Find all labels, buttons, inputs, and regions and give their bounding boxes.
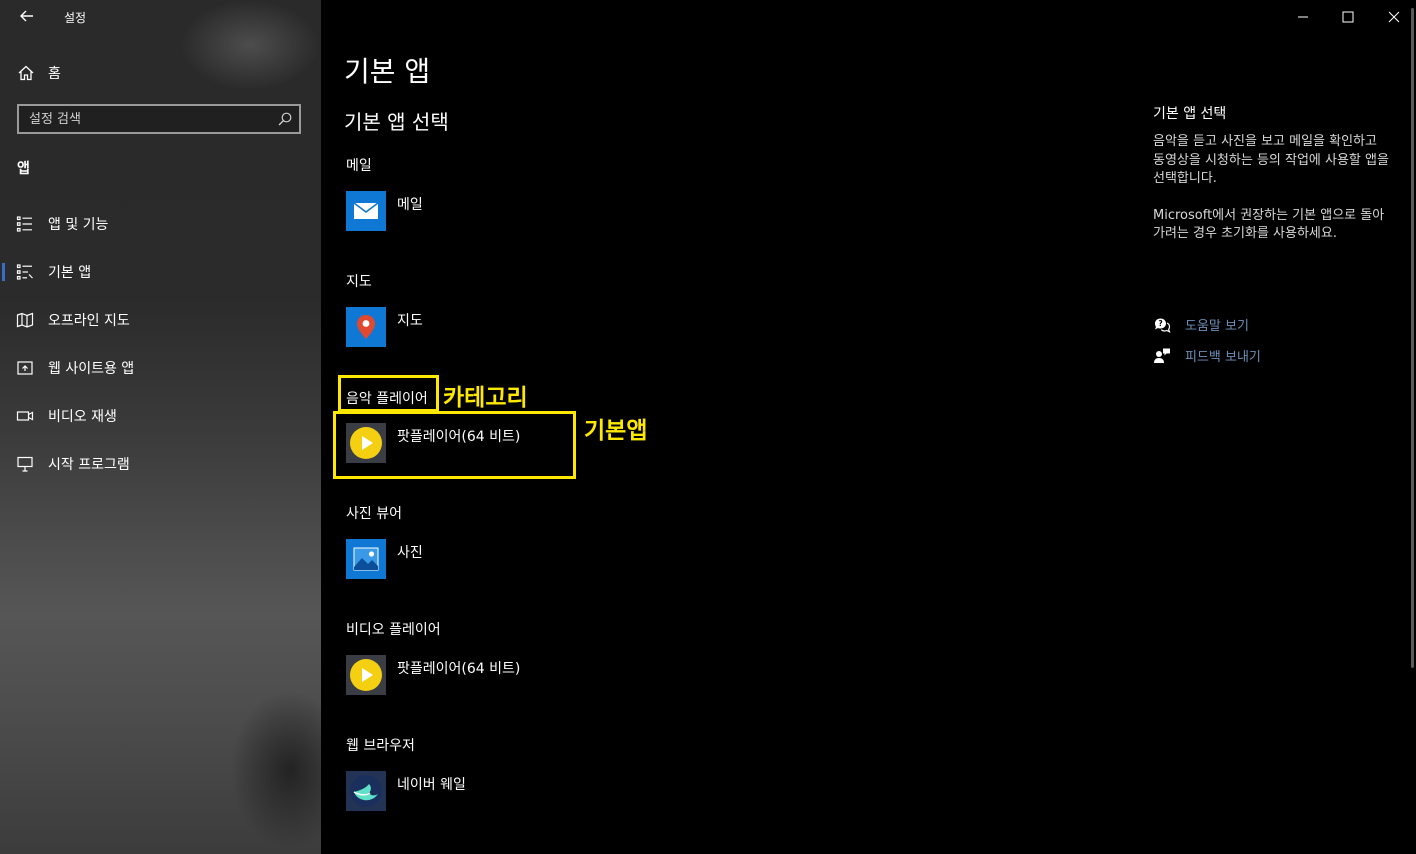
sidebar-item-default-apps[interactable]: 기본 앱 [0,248,321,296]
sidebar-item-apps-features[interactable]: 앱 및 기능 [0,200,321,248]
page-title: 기본 앱 [344,55,431,88]
category-label-mail: 메일 [346,158,372,174]
app-name: 네이버 웨일 [397,777,466,793]
category-label-web-browser: 웹 브라우저 [346,738,415,754]
sidebar-item-label: 웹 사이트용 앱 [48,361,135,377]
svg-text:?: ? [1158,319,1162,328]
close-icon [1388,11,1400,23]
feedback-icon [1154,348,1170,363]
map-icon [16,312,34,328]
envelope-icon [353,202,379,219]
list-icon [16,216,32,232]
video-icon [16,411,34,421]
home-label: 홈 [48,66,61,82]
sidebar-item-label: 앱 및 기능 [48,217,109,233]
sidebar-item-label: 비디오 재생 [48,409,117,425]
whale-browser-icon [346,771,386,811]
default-app-maps[interactable]: 지도 [346,307,423,347]
sidebar-nav: 앱 및 기능 기본 앱 오프라인 지도 웹 사이트용 앱 비디오 재생 시작 프… [0,200,321,488]
home-nav-item[interactable]: 홈 [17,62,61,84]
category-highlight-box [338,375,439,412]
sidebar-item-label: 오프라인 지도 [48,313,130,329]
sidebar-item-web-apps[interactable]: 웹 사이트용 앱 [0,344,321,392]
help-link-label: 도움말 보기 [1185,319,1249,334]
feedback-link[interactable]: 피드백 보내기 [1153,346,1261,365]
maximize-button[interactable] [1325,0,1371,34]
sidebar-item-startup[interactable]: 시작 프로그램 [0,440,321,488]
image-icon [353,547,379,571]
back-arrow-icon [20,10,33,22]
main-content: 기본 앱 기본 앱 선택 메일 메일 지도 지도 음악 플레이어 팟플레이어(6… [321,0,1416,854]
info-paragraph: 음악을 듣고 사진을 보고 메일을 확인하고 동영상을 시청하는 등의 작업에 … [1153,134,1389,186]
photos-app-icon [346,539,386,579]
background-blur [230,690,321,850]
sidebar-item-video-playback[interactable]: 비디오 재생 [0,392,321,440]
help-chat-icon: ? [1155,318,1171,333]
category-label-photo-viewer: 사진 뷰어 [346,506,402,522]
search-input[interactable] [19,110,277,128]
map-pin-icon [357,315,375,339]
window-title: 설정 [64,11,87,25]
section-heading: 앱 [17,161,30,177]
default-apps-icon [16,264,33,280]
info-paragraph: Microsoft에서 권장하는 기본 앱으로 돌아가려는 경우 초기화를 사용… [1153,207,1385,242]
app-name: 지도 [397,313,423,329]
back-button[interactable] [17,6,37,26]
mail-app-icon [346,191,386,231]
category-label-maps: 지도 [346,274,372,290]
help-link[interactable]: ? 도움말 보기 [1153,315,1249,334]
search-box[interactable] [17,104,301,134]
default-app-web-browser[interactable]: 네이버 웨일 [346,771,466,811]
category-annotation: 카테고리 [443,385,528,411]
default-app-highlight-box [333,411,576,479]
default-app-annotation: 기본앱 [584,418,648,444]
app-name: 사진 [397,545,423,561]
potplayer-icon [346,655,386,695]
minimize-icon [1298,16,1308,18]
sidebar-item-label: 기본 앱 [48,265,92,281]
scrollbar[interactable] [1411,8,1414,668]
play-circle-icon [350,659,382,691]
default-app-video-player[interactable]: 팟플레이어(64 비트) [346,655,520,695]
maps-app-icon [346,307,386,347]
sidebar-item-offline-maps[interactable]: 오프라인 지도 [0,296,321,344]
section-title: 기본 앱 선택 [344,110,449,134]
close-button[interactable] [1371,0,1416,34]
feedback-link-label: 피드백 보내기 [1185,350,1261,365]
default-app-photo-viewer[interactable]: 사진 [346,539,423,579]
whale-icon [350,775,382,807]
minimize-button[interactable] [1280,0,1326,34]
sidebar: 설정 홈 앱 앱 및 기능 [0,0,321,854]
sidebar-item-label: 시작 프로그램 [48,457,130,473]
app-name: 메일 [397,197,423,213]
home-icon [18,65,34,81]
info-panel: 기본 앱 선택 음악을 듣고 사진을 보고 메일을 확인하고 동영상을 시청하는… [1153,103,1393,244]
info-title: 기본 앱 선택 [1153,106,1227,122]
app-name: 팟플레이어(64 비트) [397,661,521,677]
startup-icon [17,456,33,472]
web-app-icon [17,361,33,375]
background-blur [180,0,320,90]
maximize-icon [1342,11,1354,23]
category-label-video-player: 비디오 플레이어 [346,622,441,638]
default-app-mail[interactable]: 메일 [346,191,423,231]
search-icon[interactable] [277,111,293,127]
